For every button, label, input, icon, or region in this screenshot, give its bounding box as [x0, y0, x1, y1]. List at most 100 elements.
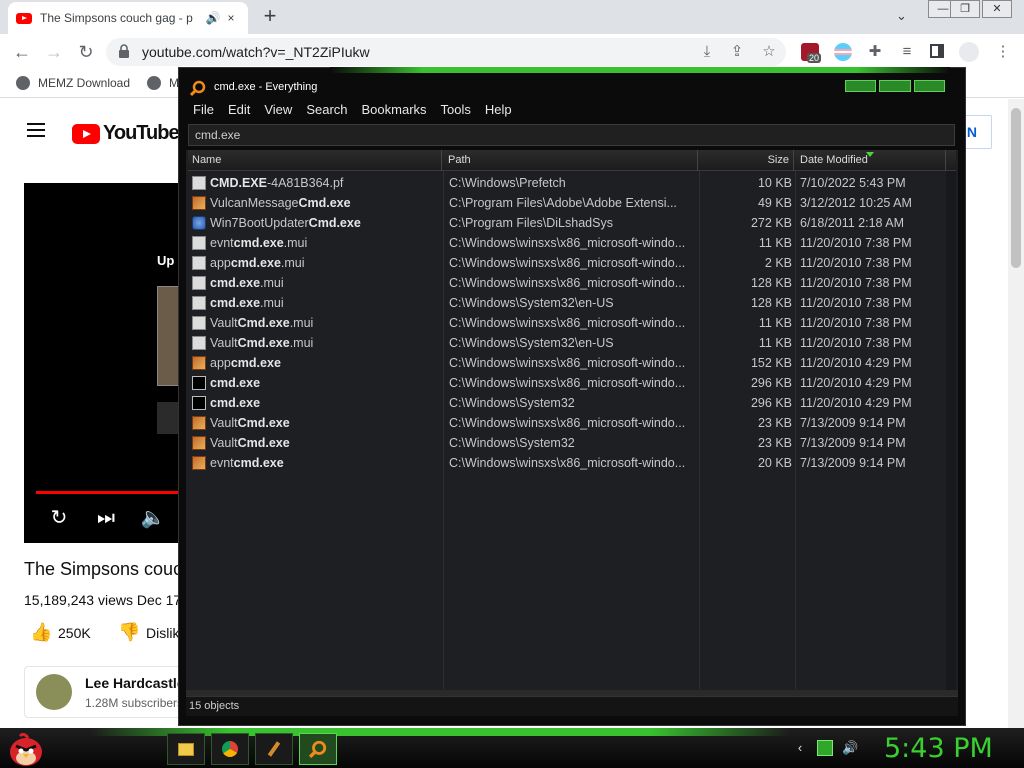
app-globe-icon [192, 216, 206, 230]
share-icon[interactable]: ⇪ [726, 41, 748, 63]
column-header-name[interactable]: Name [188, 150, 442, 171]
install-app-icon[interactable]: ⤓ [696, 41, 718, 63]
result-name-cell: Vault Cmd.exe [192, 433, 446, 453]
next-video-icon[interactable]: ⏭ [93, 505, 119, 531]
reload-button[interactable]: ↻ [74, 40, 98, 64]
media-queue-icon[interactable]: ≡ [896, 41, 918, 63]
result-name-cell: evnt cmd.exe .mui [192, 233, 446, 253]
result-row[interactable]: VulcanMessage Cmd.exe C:\Program Files\Ado… [188, 193, 956, 213]
chrome-icon [222, 741, 238, 757]
result-row[interactable]: evnt cmd.exe C:\Windows\winsxs\x86_microso… [188, 453, 956, 473]
search-input[interactable]: cmd.exe [188, 124, 955, 146]
result-row[interactable]: CMD.EXE -4A81B364.pf C:\Windows\Prefetch 10… [188, 173, 956, 193]
result-size: 128 KB [750, 296, 792, 310]
result-date: 11/20/2010 7:38 PM [800, 336, 912, 350]
result-row[interactable]: cmd.exe C:\Windows\System32 296 KB 11/20/20… [188, 393, 956, 413]
folder-icon [178, 742, 194, 756]
tray-volume-icon[interactable]: 🔊 [842, 740, 858, 756]
up-next-thumbnail[interactable] [157, 286, 180, 386]
result-date: 7/13/2009 9:14 PM [800, 436, 906, 450]
channel-avatar[interactable] [36, 674, 72, 710]
bookmark-second[interactable]: M [147, 76, 179, 90]
result-name-match: cmd.exe [210, 376, 261, 390]
volume-icon[interactable]: 🔈 [140, 505, 166, 531]
taskbar-clock[interactable]: 5:43 PM [884, 733, 993, 764]
page-scroll-thumb[interactable] [1011, 108, 1021, 268]
maximize-button[interactable]: ❐ [950, 0, 980, 18]
new-tab-button[interactable]: + [258, 5, 282, 29]
menu-view[interactable]: View [257, 100, 299, 120]
replay-icon[interactable]: ↻ [46, 505, 72, 531]
angry-bird-orb-icon[interactable] [6, 730, 46, 768]
tab-search-button[interactable]: ⌄ [896, 8, 907, 24]
menu-help[interactable]: Help [478, 100, 519, 120]
result-name-match: cmd.exe [210, 396, 261, 410]
result-name-cell: Vault Cmd.exe [192, 413, 446, 433]
speaker-icon[interactable]: 🔊 [204, 11, 222, 25]
taskbar-everything[interactable] [299, 733, 337, 765]
result-row[interactable]: Win7BootUpdater Cmd.exe C:\Program Files\D… [188, 213, 956, 233]
taskbar-chrome[interactable] [211, 733, 249, 765]
exe-app-icon [192, 436, 206, 450]
side-panel-icon[interactable] [930, 44, 944, 58]
everything-close-button[interactable] [913, 80, 945, 92]
result-date: 11/20/2010 7:38 PM [800, 236, 912, 250]
result-row[interactable]: Vault Cmd.exe C:\Windows\winsxs\x86_micros… [188, 413, 956, 433]
result-row[interactable]: Vault Cmd.exe C:\Windows\System32 23 KB 7/13… [188, 433, 956, 453]
result-row[interactable]: Vault Cmd.exe .mui C:\Windows\System32\en-U… [188, 333, 956, 353]
profile-avatar-icon[interactable] [959, 42, 979, 62]
hamburger-menu-icon[interactable] [27, 123, 45, 137]
column-header-path[interactable]: Path [444, 150, 698, 171]
tray-expand-icon[interactable]: ‹ [792, 740, 808, 756]
result-size: 272 KB [750, 216, 792, 230]
result-date: 7/13/2009 9:14 PM [800, 456, 906, 470]
tab-close-icon[interactable]: × [222, 11, 240, 25]
result-row[interactable]: Vault Cmd.exe .mui C:\Windows\winsxs\x86_mi… [188, 313, 956, 333]
document-icon [192, 336, 206, 350]
close-window-button[interactable]: ✕ [982, 0, 1012, 18]
channel-name[interactable]: Lee Hardcastle [85, 675, 180, 691]
result-row[interactable]: app cmd.exe C:\Windows\winsxs\x86_microsof… [188, 353, 956, 373]
exe-app-icon [192, 456, 206, 470]
video-progress-bar[interactable] [36, 491, 180, 494]
menu-edit[interactable]: Edit [221, 100, 257, 120]
menu-file[interactable]: File [186, 100, 221, 120]
result-name-cell: Vault Cmd.exe .mui [192, 333, 446, 353]
result-row[interactable]: cmd.exe C:\Windows\winsxs\x86_microsoft-w… [188, 373, 956, 393]
bookmark-star-icon[interactable]: ☆ [758, 41, 780, 63]
tray-network-icon[interactable] [817, 740, 833, 756]
chrome-menu-icon[interactable]: ⋮ [992, 41, 1014, 63]
taskbar-paint[interactable] [255, 733, 293, 765]
result-name-cell: app cmd.exe .mui [192, 253, 446, 273]
result-name-cell: Win7BootUpdater Cmd.exe [192, 213, 446, 233]
document-icon [192, 256, 206, 270]
forward-button[interactable]: → [42, 40, 66, 64]
browser-tab[interactable]: The Simpsons couch gag - p 🔊 × [8, 2, 248, 34]
menu-tools[interactable]: Tools [434, 100, 478, 120]
result-row[interactable]: cmd.exe .mui C:\Windows\winsxs\x86_microso… [188, 273, 956, 293]
result-row[interactable]: evnt cmd.exe .mui C:\Windows\winsxs\x86_mic… [188, 233, 956, 253]
everything-minimize-button[interactable] [845, 80, 877, 92]
bookmark-memz[interactable]: MEMZ Download [16, 76, 130, 90]
column-header-size[interactable]: Size [700, 150, 794, 171]
result-row[interactable]: app cmd.exe .mui C:\Windows\winsxs\x86_micr… [188, 253, 956, 273]
menu-bookmarks[interactable]: Bookmarks [355, 100, 434, 120]
up-next-cancel[interactable] [157, 402, 180, 434]
extensions-puzzle-icon[interactable]: ✚ [864, 41, 886, 63]
result-row[interactable]: cmd.exe .mui C:\Windows\System32\en-US 128 … [188, 293, 956, 313]
url-text[interactable]: youtube.com/watch?v=_NT2ZiPIukw [142, 44, 370, 60]
extension-flag-icon[interactable] [834, 43, 852, 61]
everything-maximize-button[interactable] [879, 80, 911, 92]
like-button[interactable]: 👍 250K [30, 622, 91, 643]
result-path: C:\Windows\Prefetch [449, 176, 566, 190]
result-path: C:\Windows\winsxs\x86_microsoft-windo... [449, 456, 686, 470]
result-size: 11 KB [758, 236, 792, 250]
menu-search[interactable]: Search [299, 100, 354, 120]
dislike-button[interactable]: 👎 Dislike [118, 622, 180, 643]
youtube-logo[interactable]: YouTube [72, 122, 180, 145]
lock-icon[interactable] [118, 44, 130, 58]
result-name-prefix: evnt [210, 456, 234, 470]
back-button[interactable]: ← [10, 40, 34, 64]
result-name-prefix: Win7BootUpdater [210, 216, 309, 230]
taskbar-file-explorer[interactable] [167, 733, 205, 765]
